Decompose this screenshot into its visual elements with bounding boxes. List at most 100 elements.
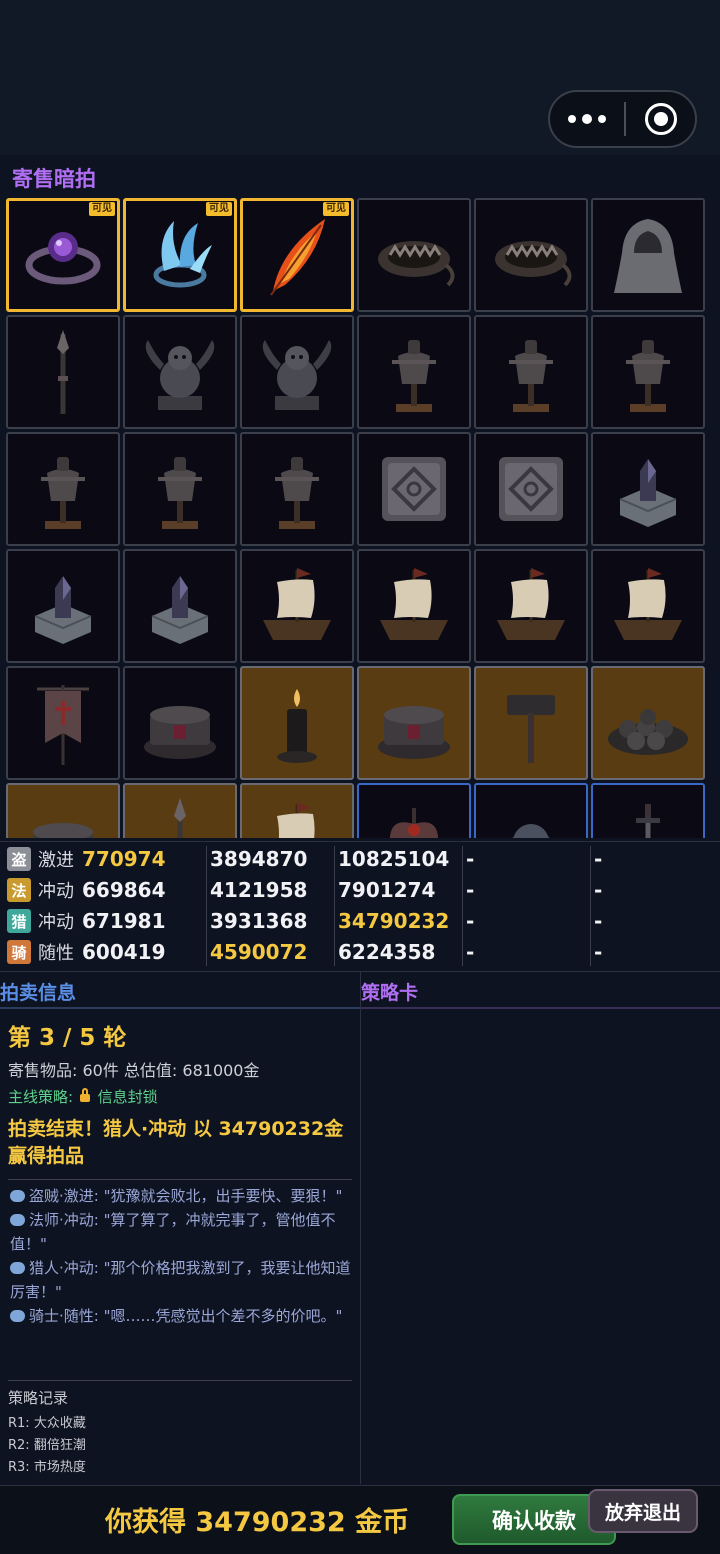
- chat-message: 盗贼·激进: "犹豫就会败北，出手要快、要狠！": [10, 1184, 352, 1208]
- role-badge: 盗: [7, 847, 31, 871]
- item-slot[interactable]: [474, 315, 588, 429]
- strategy-label: 主线策略:: [8, 1088, 74, 1106]
- fire-feather-icon: [270, 219, 325, 296]
- stone-altar-icon: [378, 706, 450, 759]
- miniprogram-capsule: [548, 90, 697, 148]
- auction-result: 拍卖结束！猎人·冲动 以 34790232金 赢得拍品: [8, 1118, 344, 1167]
- role-badge: 法: [7, 878, 31, 902]
- item-slot[interactable]: [240, 432, 354, 546]
- candle-icon: [277, 689, 317, 763]
- role-badge: 猎: [7, 909, 31, 933]
- item-slot[interactable]: [6, 783, 120, 838]
- bid-value: -: [594, 909, 603, 933]
- earned-gold-text: 你获得 34790232 金币: [105, 1507, 410, 1538]
- stone-orb-icon: [511, 824, 551, 838]
- item-slot[interactable]: [474, 666, 588, 780]
- item-slot[interactable]: [591, 198, 705, 312]
- item-slot[interactable]: [357, 198, 471, 312]
- personality-label: 冲动: [38, 912, 74, 933]
- item-slot[interactable]: [357, 666, 471, 780]
- visible-badge: 可见: [323, 202, 349, 216]
- main-strategy: 主线策略: 信息封锁: [8, 1086, 158, 1107]
- strategy-record: R3: 市场热度: [8, 1460, 86, 1475]
- item-slot[interactable]: [474, 783, 588, 838]
- chat-message: 法师·冲动: "算了算了，冲就完事了，管他值不值！": [10, 1211, 336, 1253]
- item-slot[interactable]: [591, 783, 705, 838]
- crystal-pedestal-icon: [151, 576, 209, 644]
- item-slot[interactable]: [357, 549, 471, 663]
- close-miniprogram-button[interactable]: [626, 103, 695, 135]
- strategy-record: R2: 翻倍狂潮: [8, 1438, 86, 1453]
- item-slot[interactable]: [591, 315, 705, 429]
- bid-value: -: [594, 878, 603, 902]
- stone-pile-icon: [608, 709, 688, 755]
- armor-stand-icon: [275, 457, 319, 529]
- chat-message: 猎人·冲动: "那个价格把我激到了，我要让他知道厉害！": [10, 1259, 351, 1301]
- stone-tile-icon: [382, 457, 446, 521]
- item-slot[interactable]: 可见: [123, 198, 237, 312]
- item-slot[interactable]: [357, 315, 471, 429]
- item-slot[interactable]: [6, 432, 120, 546]
- bear-trap-icon: [378, 241, 455, 287]
- strategy-card-title: 策略卡: [361, 982, 419, 1004]
- sailing-ship-icon: [263, 568, 331, 640]
- item-slot[interactable]: [474, 198, 588, 312]
- strategy-record: R1: 大众收藏: [8, 1416, 86, 1431]
- item-slot[interactable]: [6, 315, 120, 429]
- armor-stand-icon: [158, 457, 202, 529]
- item-slot[interactable]: [474, 549, 588, 663]
- armor-stand-icon: [509, 340, 553, 412]
- item-slot[interactable]: [591, 549, 705, 663]
- item-slot[interactable]: [123, 666, 237, 780]
- bid-value: 6224358: [338, 940, 436, 964]
- more-menu-button[interactable]: [550, 92, 624, 146]
- speech-bubble-icon: [10, 1214, 25, 1226]
- target-icon: [644, 103, 677, 135]
- round-indicator: 第 3 / 5 轮: [8, 1025, 127, 1051]
- bid-value: 4590072: [210, 940, 308, 964]
- strategy-value: 信息封锁: [97, 1088, 158, 1106]
- personality-label: 冲动: [38, 881, 74, 902]
- bid-value: 770974: [82, 847, 166, 871]
- visible-badge: 可见: [89, 202, 115, 216]
- item-slot[interactable]: [240, 549, 354, 663]
- item-slot[interactable]: 可见: [240, 198, 354, 312]
- hooded-cloak-icon: [614, 219, 682, 293]
- auction-info-title: 拍卖信息: [0, 982, 77, 1004]
- stone-altar-icon: [144, 706, 216, 759]
- item-slot[interactable]: [474, 432, 588, 546]
- spear-icon: [174, 798, 186, 838]
- item-slot[interactable]: [123, 432, 237, 546]
- item-slot[interactable]: [240, 666, 354, 780]
- armor-stand-icon: [392, 340, 436, 412]
- battle-axe-icon: [389, 808, 439, 838]
- item-slot[interactable]: [240, 783, 354, 838]
- bid-value: 669864: [82, 878, 166, 902]
- bid-value: 10825104: [338, 847, 450, 871]
- item-slot[interactable]: [123, 549, 237, 663]
- item-slot[interactable]: [357, 432, 471, 546]
- visible-badge: 可见: [206, 202, 232, 216]
- item-slot[interactable]: [591, 432, 705, 546]
- item-slot[interactable]: 可见: [6, 198, 120, 312]
- item-slot[interactable]: [591, 666, 705, 780]
- war-hammer-icon: [507, 695, 555, 763]
- stock-summary: 寄售物品: 60件 总估值: 681000金: [8, 1061, 260, 1080]
- bid-row: 猎冲动 671981 3931368 34790232- -: [0, 906, 720, 936]
- bid-value: 4121958: [210, 878, 308, 902]
- bid-value: -: [466, 847, 475, 871]
- item-slot[interactable]: [240, 315, 354, 429]
- bid-value: -: [466, 909, 475, 933]
- bid-value: -: [466, 940, 475, 964]
- item-slot[interactable]: [357, 783, 471, 838]
- item-slot[interactable]: [123, 783, 237, 838]
- item-slot[interactable]: [6, 666, 120, 780]
- item-slot[interactable]: [6, 549, 120, 663]
- item-grid[interactable]: 可见 可见 可见: [6, 198, 714, 838]
- bid-value: 34790232: [338, 909, 450, 933]
- item-slot[interactable]: [123, 315, 237, 429]
- strategy-record-title: 策略记录: [8, 1389, 69, 1407]
- quit-button[interactable]: 放弃退出: [588, 1489, 698, 1533]
- speech-bubble-icon: [10, 1262, 25, 1274]
- bid-value: -: [594, 847, 603, 871]
